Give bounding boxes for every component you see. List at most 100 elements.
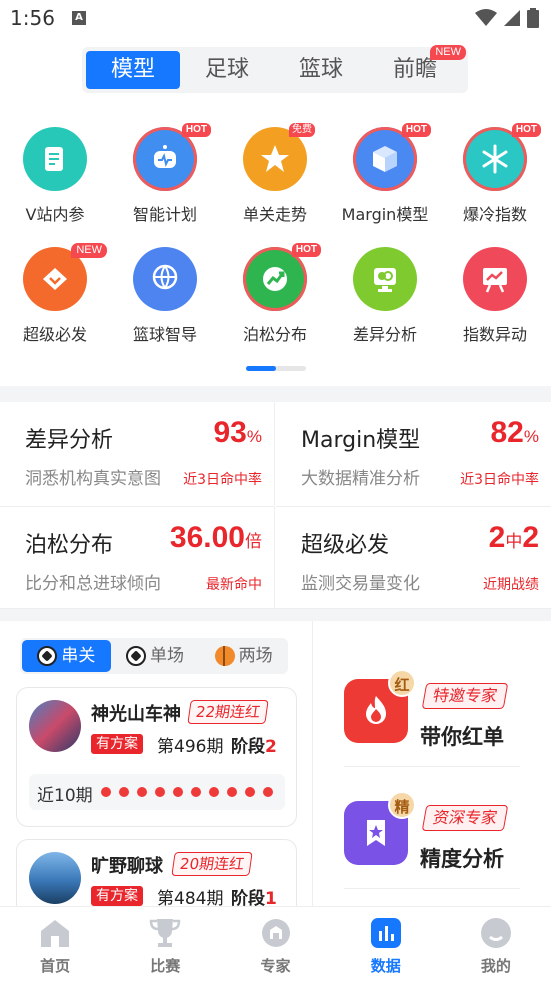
nav-home[interactable]: 首页 bbox=[0, 907, 110, 981]
status-a-indicator: A bbox=[72, 11, 86, 25]
grid-label: Margin模型 bbox=[341, 205, 429, 224]
stat-value: 82% bbox=[490, 416, 540, 449]
bottom-nav: 首页 比赛 专家 数据 我的 bbox=[0, 906, 551, 981]
promo-title: 精度分析 bbox=[420, 847, 504, 871]
expert-card[interactable]: 神光山车神 22期连红 有方案 第496期 阶段2 近10期 bbox=[16, 687, 297, 827]
stat-desc: 比分和总进球倾向 bbox=[25, 574, 161, 594]
promo-senior-expert[interactable]: 精 资深专家 精度分析 bbox=[344, 779, 520, 889]
home-icon bbox=[37, 915, 73, 951]
expert-name: 旷野聊球 bbox=[91, 856, 163, 877]
nav-match[interactable]: 比赛 bbox=[110, 907, 220, 981]
battery-icon bbox=[527, 8, 539, 28]
result-dot bbox=[191, 787, 201, 797]
grid-item-super-bifa[interactable]: NEW 超级必发 bbox=[0, 243, 110, 345]
robot-icon: HOT bbox=[133, 123, 211, 191]
stat-note: 最新命中 bbox=[206, 577, 262, 593]
recent-results: 近10期 bbox=[29, 774, 285, 810]
streak-badge: 20期连红 bbox=[171, 852, 253, 876]
stats-panel: 差异分析 93% 洞悉机构真实意图 近3日命中率 Margin模型 82% 大数… bbox=[0, 402, 551, 609]
issue-number: 第496期 bbox=[157, 737, 224, 757]
signal-icon bbox=[504, 10, 520, 26]
tab-model[interactable]: 模型 bbox=[86, 51, 180, 89]
stat-card[interactable]: Margin模型 82% 大数据精准分析 近3日命中率 bbox=[276, 402, 551, 505]
tab-label: 足球 bbox=[204, 57, 249, 82]
grid-item-basketball-guide[interactable]: 篮球智导 bbox=[110, 247, 220, 345]
nav-label: 我的 bbox=[480, 957, 511, 975]
stat-value: 2中2 bbox=[488, 521, 539, 554]
expert-name: 神光山车神 bbox=[91, 704, 181, 725]
stat-card[interactable]: 差异分析 93% 洞悉机构真实意图 近3日命中率 bbox=[0, 402, 275, 505]
stat-value: 93% bbox=[213, 416, 263, 449]
nav-label: 数据 bbox=[370, 957, 401, 975]
hot-tag: HOT bbox=[511, 123, 541, 137]
category-tabs: 模型 足球 篮球 前瞻 NEW bbox=[82, 45, 468, 93]
stat-title: 泊松分布 bbox=[25, 533, 114, 558]
promo-tag: 资深专家 bbox=[421, 805, 509, 831]
result-dot bbox=[263, 787, 273, 797]
expert-list-panel: 串关 单场 两场 神光山车神 22期连红 有方案 第496期 阶段2 近10期 … bbox=[0, 621, 313, 906]
promo-badge: 红 bbox=[388, 669, 416, 697]
stat-card[interactable]: 泊松分布 36.00倍 比分和总进球倾向 最新命中 bbox=[0, 506, 275, 609]
promo-title: 带你红单 bbox=[420, 725, 504, 749]
data-icon bbox=[368, 915, 404, 951]
hot-tag: HOT bbox=[181, 123, 211, 137]
grid-item-margin-model[interactable]: HOT Margin模型 bbox=[330, 123, 440, 225]
pager-active bbox=[246, 366, 276, 371]
segment-double[interactable]: 两场 bbox=[199, 640, 288, 672]
nav-expert[interactable]: 专家 bbox=[220, 907, 330, 981]
tab-basketball[interactable]: 篮球 bbox=[274, 51, 368, 89]
promo-badge: 精 bbox=[388, 791, 416, 819]
recent-label: 近10期 bbox=[37, 786, 93, 806]
grid-item-v-station[interactable]: V站内参 bbox=[0, 127, 110, 225]
trend-up-icon: HOT bbox=[243, 243, 321, 311]
stat-card[interactable]: 超级必发 2中2 监测交易量变化 近期战绩 bbox=[276, 506, 551, 609]
status-time: 1:56 bbox=[10, 6, 55, 30]
hot-tag: HOT bbox=[291, 243, 321, 257]
tab-preview[interactable]: 前瞻 NEW bbox=[368, 45, 466, 89]
grid-item-diff-analysis[interactable]: 差异分析 bbox=[330, 247, 440, 345]
section-divider bbox=[0, 609, 551, 621]
result-dot bbox=[119, 787, 129, 797]
tab-label: 前瞻 bbox=[392, 57, 437, 82]
grid-item-single-trend[interactable]: 免费 单关走势 bbox=[220, 123, 330, 225]
stat-desc: 洞悉机构真实意图 bbox=[25, 469, 161, 489]
promo-invited-expert[interactable]: 红 特邀专家 带你红单 bbox=[344, 657, 520, 767]
segment-parlay[interactable]: 串关 bbox=[22, 640, 111, 672]
stage-label: 阶段2 bbox=[231, 737, 277, 757]
stat-desc: 大数据精准分析 bbox=[301, 469, 420, 489]
tab-football[interactable]: 足球 bbox=[180, 51, 274, 89]
expert-icon bbox=[258, 915, 294, 951]
free-tag: 免费 bbox=[289, 123, 315, 137]
status-bar: 1:56 A bbox=[0, 0, 551, 40]
stat-title: Margin模型 bbox=[301, 428, 421, 453]
segment-single[interactable]: 单场 bbox=[111, 640, 200, 672]
grid-item-poisson[interactable]: HOT 泊松分布 bbox=[220, 243, 330, 345]
compare-icon bbox=[353, 247, 417, 311]
issue-number: 第484期 bbox=[157, 889, 224, 906]
diamond-icon: NEW bbox=[23, 243, 107, 311]
avatar bbox=[29, 852, 81, 904]
cube-icon: HOT bbox=[353, 123, 431, 191]
new-badge: NEW bbox=[71, 243, 107, 258]
grid-label: V站内参 bbox=[25, 205, 85, 224]
result-dot bbox=[137, 787, 147, 797]
star-icon: 免费 bbox=[243, 123, 315, 191]
grid-label: 单关走势 bbox=[242, 205, 307, 224]
nav-mine[interactable]: 我的 bbox=[441, 907, 551, 981]
grid-item-smart-plan[interactable]: HOT 智能计划 bbox=[110, 123, 220, 225]
result-dot bbox=[101, 787, 111, 797]
plan-badge: 有方案 bbox=[91, 734, 143, 754]
wifi-icon bbox=[475, 9, 497, 26]
tab-label: 篮球 bbox=[298, 57, 343, 82]
stat-desc: 监测交易量变化 bbox=[301, 574, 420, 594]
grid-item-upset-index[interactable]: HOT 爆冷指数 bbox=[440, 123, 550, 225]
snowflake-icon: HOT bbox=[463, 123, 541, 191]
grid-item-index-change[interactable]: 指数异动 bbox=[440, 247, 550, 345]
result-dot bbox=[245, 787, 255, 797]
result-dot bbox=[173, 787, 183, 797]
basketball-icon bbox=[133, 247, 197, 311]
nav-data[interactable]: 数据 bbox=[331, 907, 441, 981]
app-screen: 1:56 A 模型 足球 篮球 前瞻 NEW V站内参 HOT 智能计划 免费 … bbox=[0, 0, 551, 981]
expert-card[interactable]: 旷野聊球 20期连红 有方案 第484期 阶段1 bbox=[16, 839, 297, 906]
profile-icon bbox=[478, 915, 514, 951]
